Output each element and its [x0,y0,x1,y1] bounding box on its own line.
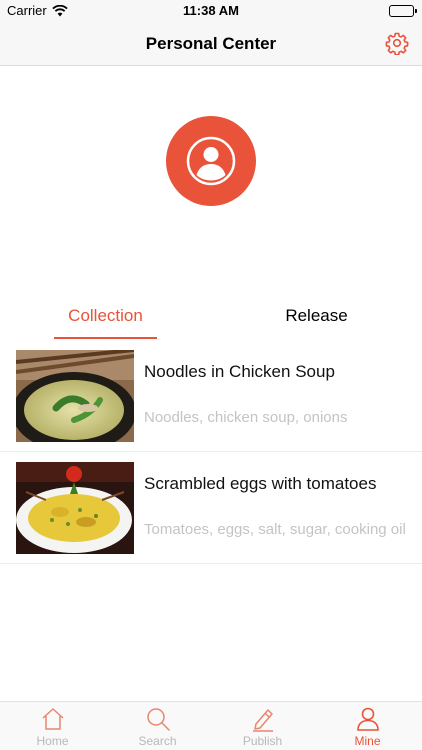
recipe-ingredients: Noodles, chicken soup, onions [144,409,348,426]
tab-release-label: Release [285,306,348,325]
tab-bar-item-mine[interactable]: Mine [315,702,420,750]
tab-bar-label: Publish [242,734,283,748]
user-icon [357,707,379,731]
tab-bar-item-search[interactable]: Search [105,702,210,750]
segment-tabs: Collection Release [0,296,422,340]
tab-bar-label: Mine [354,734,381,748]
list-item[interactable]: Scrambled eggs with tomatoes Tomatoes, e… [0,452,422,564]
home-icon [42,708,64,730]
tab-bar-label: Search [138,734,177,748]
user-icon [186,136,236,186]
tab-release[interactable]: Release [265,296,368,340]
avatar[interactable] [166,116,256,206]
collection-list: Noodles in Chicken Soup Noodles, chicken… [0,340,422,564]
tab-bar-item-home[interactable]: Home [0,702,105,750]
list-item[interactable]: Noodles in Chicken Soup Noodles, chicken… [0,340,422,452]
recipe-name: Noodles in Chicken Soup [144,362,335,381]
page-title: Personal Center [145,34,277,53]
tab-bar: Home Search Publish Mine [0,701,422,750]
navigation-bar: Personal Center [0,22,422,66]
recipe-name: Scrambled eggs with tomatoes [144,474,377,493]
tab-bar-item-publish[interactable]: Publish [210,702,315,750]
gear-icon[interactable] [385,31,409,56]
scrambled-eggs-image [16,462,134,554]
tab-collection[interactable]: Collection [54,296,157,340]
search-icon [147,708,170,731]
tab-bar-label: Home [36,734,69,748]
tab-collection-label: Collection [68,306,143,325]
recipe-ingredients: Tomatoes, eggs, salt, sugar, cooking oil [144,521,406,538]
status-time: 11:38 AM [183,3,239,18]
status-bar: Carrier 11:38 AM [0,0,422,22]
pencil-icon [253,709,273,732]
battery-icon [389,5,417,17]
active-tab-indicator [54,337,157,339]
noodle-soup-image [16,350,134,442]
